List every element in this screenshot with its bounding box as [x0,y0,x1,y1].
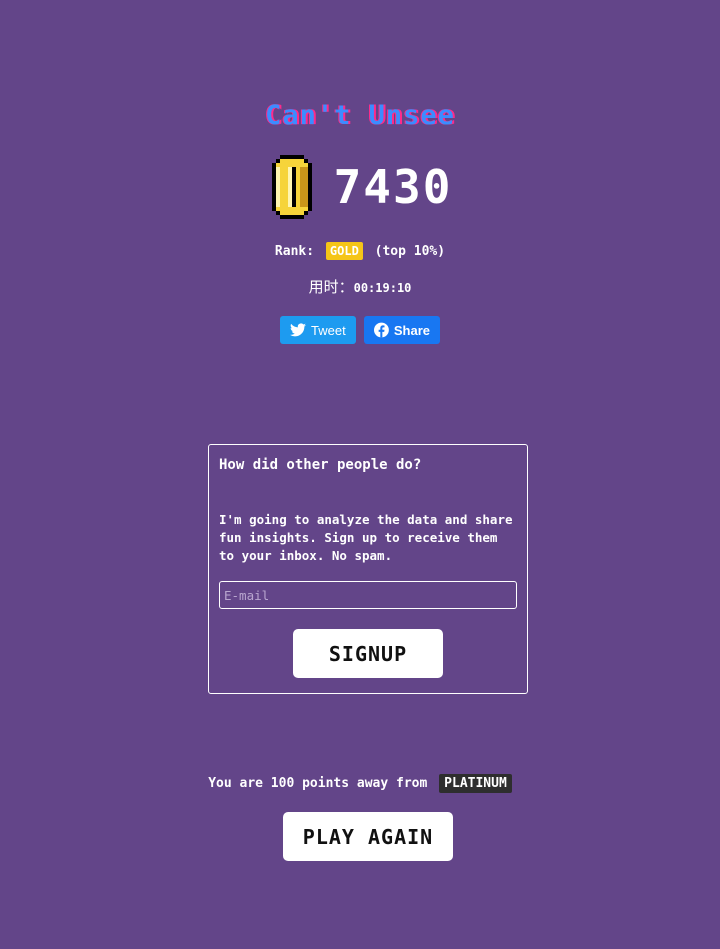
time-value: 00:19:10 [353,281,412,295]
next-rank-text: You are 100 points away from [208,776,428,791]
tweet-label: Tweet [311,322,346,338]
score-row: 7430 [0,152,720,222]
signup-heading: How did other people do? [219,457,422,473]
game-title: Can't Unsee [265,100,455,131]
signup-card: How did other people do? I'm going to an… [208,444,528,694]
facebook-share-button[interactable]: Share [364,316,440,344]
coin-icon [271,155,312,219]
next-rank-line: You are 100 points away from PLATINUM [0,774,720,793]
signup-button[interactable]: SIGNUP [293,629,443,678]
time-line: 用时：00:19:10 [0,276,720,297]
time-label: 用时： [308,278,354,296]
twitter-bird-icon [290,323,306,337]
play-again-button[interactable]: PLAY AGAIN [283,812,453,861]
share-label: Share [393,322,430,338]
rank-label: Rank: [274,244,315,259]
email-field[interactable] [219,581,517,609]
score-value: 7430 [333,160,453,214]
rank-detail: (top 10%) [374,244,446,259]
facebook-icon [374,322,389,338]
next-rank-badge: PLATINUM [439,774,512,793]
rank-line: Rank: GOLD (top 10%) [0,242,720,260]
signup-description: I'm going to analyze the data and share … [219,512,513,563]
tweet-button[interactable]: Tweet [280,316,356,344]
share-row: Tweet Share [0,316,720,344]
rank-badge: GOLD [325,242,363,260]
